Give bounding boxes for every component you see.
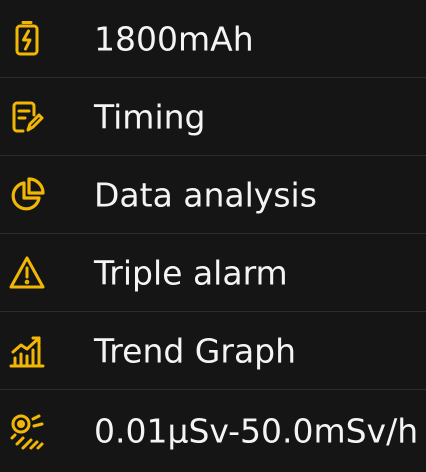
- feature-row-measuring-range: 0.01μSv-50.0mSv/h: [0, 390, 426, 472]
- feature-label: Triple alarm: [94, 253, 288, 292]
- feature-row-timing: Timing: [0, 78, 426, 156]
- timing-icon: [6, 96, 48, 138]
- feature-label: 0.01μSv-50.0mSv/h: [94, 411, 419, 451]
- feature-label: Timing: [94, 97, 206, 136]
- battery-icon: [6, 18, 48, 60]
- trend-graph-icon: [6, 330, 48, 372]
- feature-row-trend-graph: Trend Graph: [0, 312, 426, 390]
- radiation-sensor-icon: [6, 410, 48, 452]
- feature-row-battery: 1800mAh: [0, 0, 426, 78]
- warning-icon: [6, 252, 48, 294]
- feature-label: Data analysis: [94, 175, 317, 214]
- feature-row-data-analysis: Data analysis: [0, 156, 426, 234]
- feature-label: Trend Graph: [94, 331, 297, 370]
- feature-label: 1800mAh: [94, 19, 254, 58]
- feature-list: 1800mAh Timing Data analysis Triple alar…: [0, 0, 426, 472]
- feature-row-alarm: Triple alarm: [0, 234, 426, 312]
- pie-chart-icon: [6, 174, 48, 216]
